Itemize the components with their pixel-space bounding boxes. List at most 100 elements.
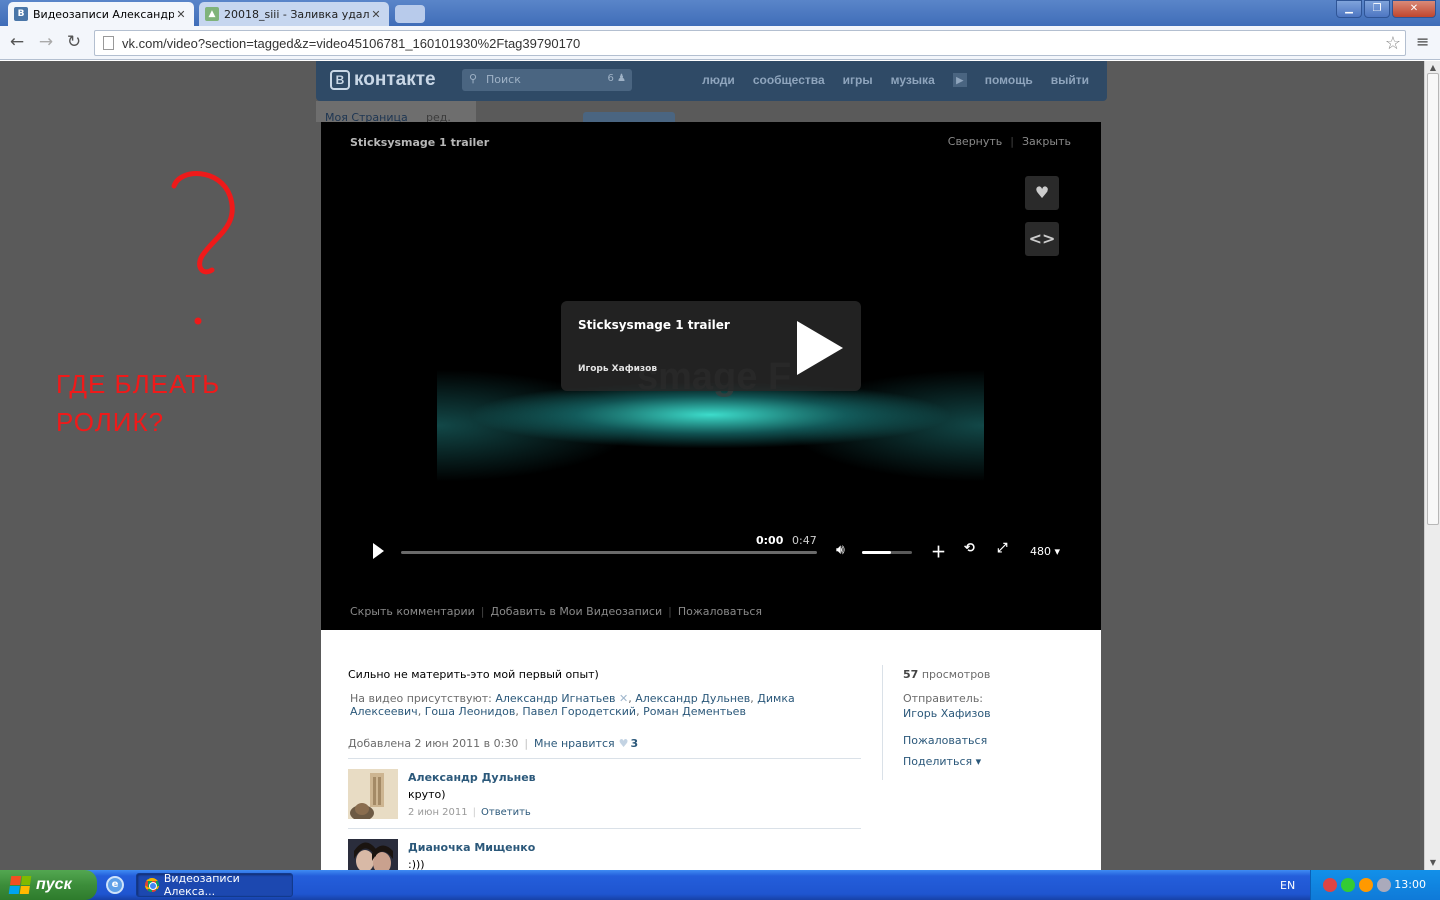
reload-icon[interactable]: ↻ <box>63 32 85 54</box>
comment-author[interactable]: Александр Дульнев <box>408 771 536 784</box>
separator: | <box>668 605 672 618</box>
embed-code-icon[interactable]: <> <box>1025 222 1059 256</box>
music-play-icon[interactable]: ▶ <box>952 73 967 87</box>
tray-app-icon[interactable] <box>1359 878 1373 892</box>
progress-bar[interactable] <box>401 551 817 554</box>
share-button[interactable]: Поделиться ▾ <box>903 755 981 768</box>
address-bar[interactable]: vk.com/video?section=tagged&z=video45106… <box>94 30 1406 56</box>
tab-close-icon[interactable]: ✕ <box>174 8 188 21</box>
page-icon <box>103 36 114 50</box>
volume-icon[interactable]: 🔊︎ <box>836 542 845 558</box>
icq-flower-icon[interactable] <box>1341 878 1355 892</box>
restore-window-button[interactable]: ❐ <box>1364 0 1390 18</box>
tab-close-icon[interactable]: ✕ <box>369 8 383 21</box>
hide-comments-link[interactable]: Скрыть комментарии <box>350 605 475 618</box>
report-link[interactable]: Пожаловаться <box>903 734 987 747</box>
like-heart-icon[interactable]: ♥ <box>1025 176 1059 210</box>
volume-slider[interactable] <box>862 551 912 554</box>
separator: | <box>524 737 529 750</box>
volume-fill <box>862 551 891 554</box>
vk-search-input[interactable]: ⚲ Поиск 6 ♟ <box>462 69 632 91</box>
tab-upload[interactable]: ▲ 20018_siii - Заливка удалас ✕ <box>199 2 389 26</box>
avatar[interactable] <box>348 839 398 870</box>
forward-arrow-icon[interactable]: → <box>35 32 57 54</box>
tab-vk-videos[interactable]: В Видеозаписи Александра И ✕ <box>8 2 194 26</box>
avatar[interactable] <box>348 769 398 819</box>
chrome-icon <box>145 878 159 892</box>
ie-quicklaunch-icon[interactable]: e <box>106 876 124 894</box>
vertical-divider <box>882 665 883 780</box>
back-arrow-icon[interactable]: ← <box>6 32 28 54</box>
sender-link[interactable]: Игорь Хафизов <box>903 707 991 720</box>
vk-favicon-icon: В <box>14 7 28 21</box>
comment-meta: 2 июн 2011 | Ответить <box>408 807 531 818</box>
loop-icon[interactable]: ⟲ <box>964 541 975 556</box>
question-mark-drawing <box>171 171 235 325</box>
tray-app-icon[interactable] <box>1323 878 1337 892</box>
bookmark-star-icon[interactable]: ☆ <box>1381 33 1405 54</box>
add-icon[interactable]: ＋ <box>931 541 946 562</box>
like-link[interactable]: Мне нравится <box>534 737 615 750</box>
vk-logo[interactable]: В контакте <box>330 69 436 91</box>
image-favicon-icon: ▲ <box>205 7 219 21</box>
video-player-box: Sticksysmage 1 trailer Свернуть | Закрыт… <box>321 122 1101 630</box>
video-info-card[interactable]: Sticksysmage 1 trailer Игорь Хафизов <box>561 301 861 391</box>
vk-tab-peek <box>583 112 675 122</box>
scroll-up-arrow-icon[interactable]: ▲ <box>1428 63 1438 73</box>
added-date: Добавлена 2 июн 2011 в 0:30 <box>348 737 519 750</box>
big-play-icon[interactable] <box>797 321 843 375</box>
clock: 13:00 <box>1394 878 1426 891</box>
quality-select[interactable]: 480 ▾ <box>1030 545 1060 558</box>
menu-item-communities[interactable]: сообщества <box>753 73 825 87</box>
reply-link[interactable]: Ответить <box>481 807 531 818</box>
tray-app-icon[interactable] <box>1377 878 1391 892</box>
heart-icon[interactable]: ♥ <box>619 737 629 750</box>
scroll-thumb[interactable] <box>1427 73 1439 525</box>
add-to-my-videos-link[interactable]: Добавить в Мои Видеозаписи <box>490 605 662 618</box>
tagged-person-link[interactable]: Гоша Леонидов <box>425 705 516 718</box>
new-tab-button[interactable] <box>395 5 425 23</box>
video-title: Sticksysmage 1 trailer <box>350 136 490 149</box>
window-controls: ▁ ❐ ✕ <box>1336 0 1436 18</box>
language-indicator[interactable]: EN <box>1280 879 1295 892</box>
close-window-button[interactable]: ✕ <box>1392 0 1436 18</box>
tagged-person-link[interactable]: Павел Городетский <box>522 705 636 718</box>
comment-author[interactable]: Дианочка Мищенко <box>408 841 535 854</box>
url-text[interactable]: vk.com/video?section=tagged&z=video45106… <box>122 36 1381 51</box>
report-video-link[interactable]: Пожаловаться <box>678 605 762 618</box>
search-count: 6 ♟ <box>607 73 626 84</box>
start-button[interactable]: пуск <box>0 870 97 900</box>
card-author[interactable]: Игорь Хафизов <box>578 364 657 374</box>
minimize-video-link[interactable]: Свернуть <box>948 135 1003 148</box>
menu-item-help[interactable]: помощь <box>985 73 1033 87</box>
taskbar-chrome-window[interactable]: Видеозаписи Алекса... <box>136 872 293 898</box>
divider <box>348 758 861 759</box>
menu-item-music[interactable]: музыка <box>891 73 935 87</box>
tagged-person-link[interactable]: Александр Дульнев <box>635 692 750 705</box>
windows-flag-icon <box>8 876 32 894</box>
current-time: 0:00 <box>756 534 784 547</box>
fullscreen-icon[interactable]: ⤢ <box>997 541 1007 556</box>
scroll-down-arrow-icon[interactable]: ▼ <box>1428 858 1438 868</box>
menu-item-games[interactable]: игры <box>843 73 873 87</box>
comment-text: круто) <box>408 788 446 801</box>
search-placeholder: Поиск <box>486 73 521 86</box>
vk-logo-text: контакте <box>354 69 436 90</box>
annotation-line-2: РОЛИК? <box>56 407 165 437</box>
sender-label: Отправитель: <box>903 692 984 705</box>
tab-title: Видеозаписи Александра И <box>33 7 174 21</box>
minimize-window-button[interactable]: ▁ <box>1336 0 1362 18</box>
comment-item: Александр Дульнев круто) 2 июн 2011 | От… <box>348 769 861 829</box>
comment-date: 2 июн 2011 <box>408 807 468 818</box>
like-count: 3 <box>630 737 639 750</box>
page-scrollbar[interactable]: ▲ ▼ <box>1424 61 1440 870</box>
tagged-person-link[interactable]: Александр Игнатьев <box>495 692 615 705</box>
close-video-link[interactable]: Закрыть <box>1022 135 1071 148</box>
play-icon[interactable] <box>373 543 384 559</box>
browser-menu-icon[interactable]: ≡ <box>1416 34 1432 50</box>
remove-tag-icon[interactable]: ✕ <box>619 692 628 705</box>
menu-item-logout[interactable]: выйти <box>1051 73 1089 87</box>
tagged-label: На видео присутствуют: <box>350 692 492 705</box>
menu-item-people[interactable]: люди <box>702 73 735 87</box>
tagged-person-link[interactable]: Роман Дементьев <box>643 705 746 718</box>
